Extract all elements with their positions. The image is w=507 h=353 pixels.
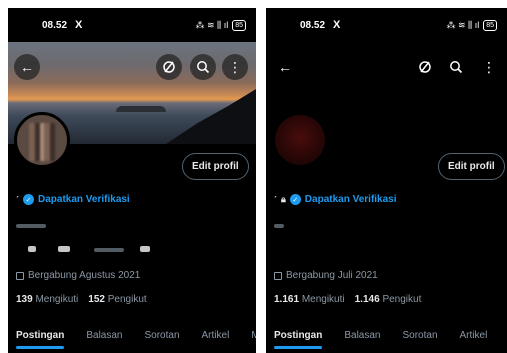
verify-link-label: Dapatkan Verifikasi	[304, 194, 397, 205]
followers-link[interactable]: 152 Pengikut	[88, 294, 146, 305]
followers-label: Pengikut	[107, 294, 147, 305]
back-button[interactable]: ←	[272, 54, 298, 80]
grok-button[interactable]	[412, 54, 438, 80]
verified-badge-icon: ✓	[23, 194, 34, 205]
profile-tabs: Postingan Balasan Sorotan Artikel M	[274, 330, 507, 349]
tick-mark: ˊ	[274, 194, 277, 205]
banner-island	[116, 106, 166, 112]
redacted-bio	[140, 246, 150, 252]
following-link[interactable]: 1.161 Mengikuti	[274, 294, 345, 305]
verify-link[interactable]: ˊ ✓ Dapatkan Verifikasi	[16, 194, 130, 205]
verified-badge-icon: ✓	[289, 194, 301, 205]
x-logo-icon: X	[75, 19, 83, 31]
more-button[interactable]: ⋮	[222, 54, 248, 80]
profile-tabs: Postingan Balasan Sorotan Artikel M	[16, 330, 256, 349]
redacted-bio	[94, 248, 124, 252]
back-arrow-icon: ←	[278, 59, 292, 75]
tab-more[interactable]: M	[251, 330, 256, 341]
x-logo-icon: X	[333, 19, 341, 31]
follow-stats: 139 Mengikuti 152 Pengikut	[16, 294, 147, 305]
redacted-name	[274, 224, 284, 228]
lock-icon: 🔒︎	[281, 194, 286, 204]
followers-count: 1.146	[354, 294, 380, 305]
followers-count: 152	[88, 294, 105, 305]
following-label: Mengikuti	[35, 294, 79, 305]
joined-date: Bergabung Agustus 2021	[16, 270, 140, 281]
back-button[interactable]: ←	[14, 54, 40, 80]
calendar-icon	[16, 271, 24, 280]
avatar-image	[29, 123, 55, 161]
battery-icon: 85	[232, 19, 246, 31]
following-count: 1.161	[274, 294, 300, 305]
more-vertical-icon: ⋮	[482, 58, 496, 75]
signal-icons: ⁂ ≋ ⫼ ıl	[195, 19, 229, 30]
system-icons: ⁂ ≋ ⫼ ıl 85	[446, 19, 497, 31]
tab-balasan[interactable]: Balasan	[344, 330, 380, 341]
profile-screen-left: 08.52 X ⁂ ≋ ⫼ ıl 85 ← ⋮ Edit profil ˊ ✓ …	[8, 8, 256, 353]
joined-date-label: Bergabung Agustus 2021	[28, 270, 141, 281]
verify-link[interactable]: ˊ 🔒︎ ✓ Dapatkan Verifikasi	[274, 194, 397, 205]
tab-sorotan[interactable]: Sorotan	[402, 330, 437, 341]
grok-icon	[419, 61, 431, 73]
search-icon	[197, 61, 210, 74]
status-bar: 08.52 X ⁂ ≋ ⫼ ıl 85	[8, 8, 256, 42]
joined-date: Bergabung Juli 2021	[274, 270, 378, 281]
tab-sorotan[interactable]: Sorotan	[144, 330, 179, 341]
redacted-name	[16, 224, 46, 228]
status-time: 08.52	[42, 19, 68, 31]
banner-mountain	[166, 89, 256, 144]
edit-profile-button[interactable]: Edit profil	[182, 153, 249, 180]
search-button[interactable]	[190, 54, 216, 80]
following-label: Mengikuti	[301, 294, 345, 305]
follow-stats: 1.161 Mengikuti 1.146 Pengikut	[274, 294, 421, 305]
signal-icons: ⁂ ≋ ⫼ ıl	[446, 19, 480, 30]
search-button[interactable]	[443, 54, 469, 80]
verify-link-label: Dapatkan Verifikasi	[38, 194, 130, 205]
following-count: 139	[16, 294, 33, 305]
calendar-icon	[274, 271, 282, 280]
search-icon	[450, 61, 463, 74]
system-icons: ⁂ ≋ ⫼ ıl 85	[195, 19, 246, 31]
avatar[interactable]	[14, 112, 70, 168]
followers-link[interactable]: 1.146 Pengikut	[355, 294, 422, 305]
tick-mark: ˊ	[16, 194, 19, 205]
more-vertical-icon: ⋮	[228, 58, 242, 75]
following-link[interactable]: 139 Mengikuti	[16, 294, 78, 305]
followers-label: Pengikut	[382, 294, 422, 305]
redacted-bio	[28, 246, 36, 252]
avatar-image	[275, 115, 325, 165]
status-bar: 08.52 X ⁂ ≋ ⫼ ıl 85	[266, 8, 507, 42]
grok-button[interactable]	[156, 54, 182, 80]
redacted-bio	[58, 246, 70, 252]
profile-screen-right: 08.52 X ⁂ ≋ ⫼ ıl 85 ← ⋮ Edit profil ˊ 🔒︎…	[266, 8, 507, 353]
tab-postingan[interactable]: Postingan	[16, 330, 65, 349]
avatar[interactable]	[272, 112, 328, 168]
more-button[interactable]: ⋮	[476, 54, 502, 80]
status-time: 08.52	[300, 19, 326, 31]
tab-balasan[interactable]: Balasan	[86, 330, 122, 341]
tab-artikel[interactable]: Artikel	[460, 330, 488, 341]
battery-icon: 85	[483, 19, 497, 31]
tab-postingan[interactable]: Postingan	[274, 330, 323, 349]
joined-date-label: Bergabung Juli 2021	[286, 270, 378, 281]
edit-profile-button[interactable]: Edit profil	[438, 153, 505, 180]
back-arrow-icon: ←	[20, 59, 34, 75]
tab-artikel[interactable]: Artikel	[202, 330, 230, 341]
grok-icon	[163, 61, 175, 73]
